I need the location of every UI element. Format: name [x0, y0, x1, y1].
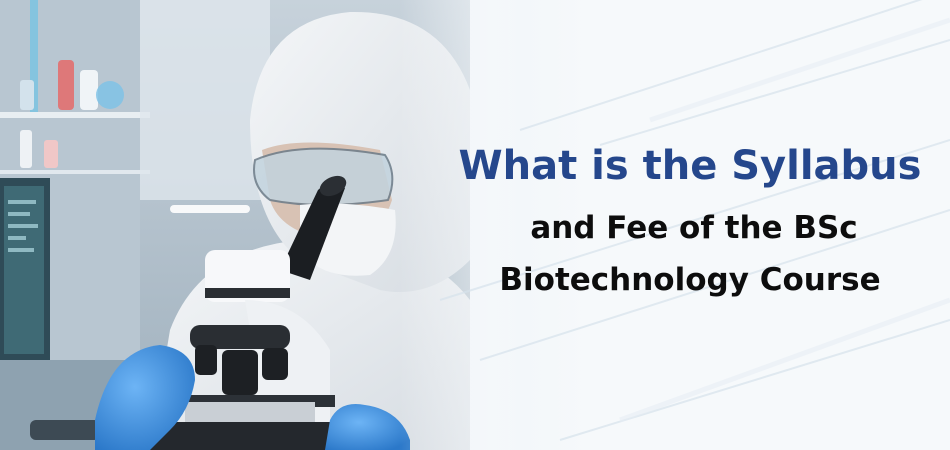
headline-line-2: and Fee of the BSc: [530, 210, 858, 246]
headline-line-3: Biotechnology Course: [499, 262, 881, 298]
headline: What is the Syllabus and Fee of the BSc …: [430, 138, 950, 306]
banner: What is the Syllabus and Fee of the BSc …: [0, 0, 950, 450]
headline-line-1: What is the Syllabus: [458, 143, 922, 189]
